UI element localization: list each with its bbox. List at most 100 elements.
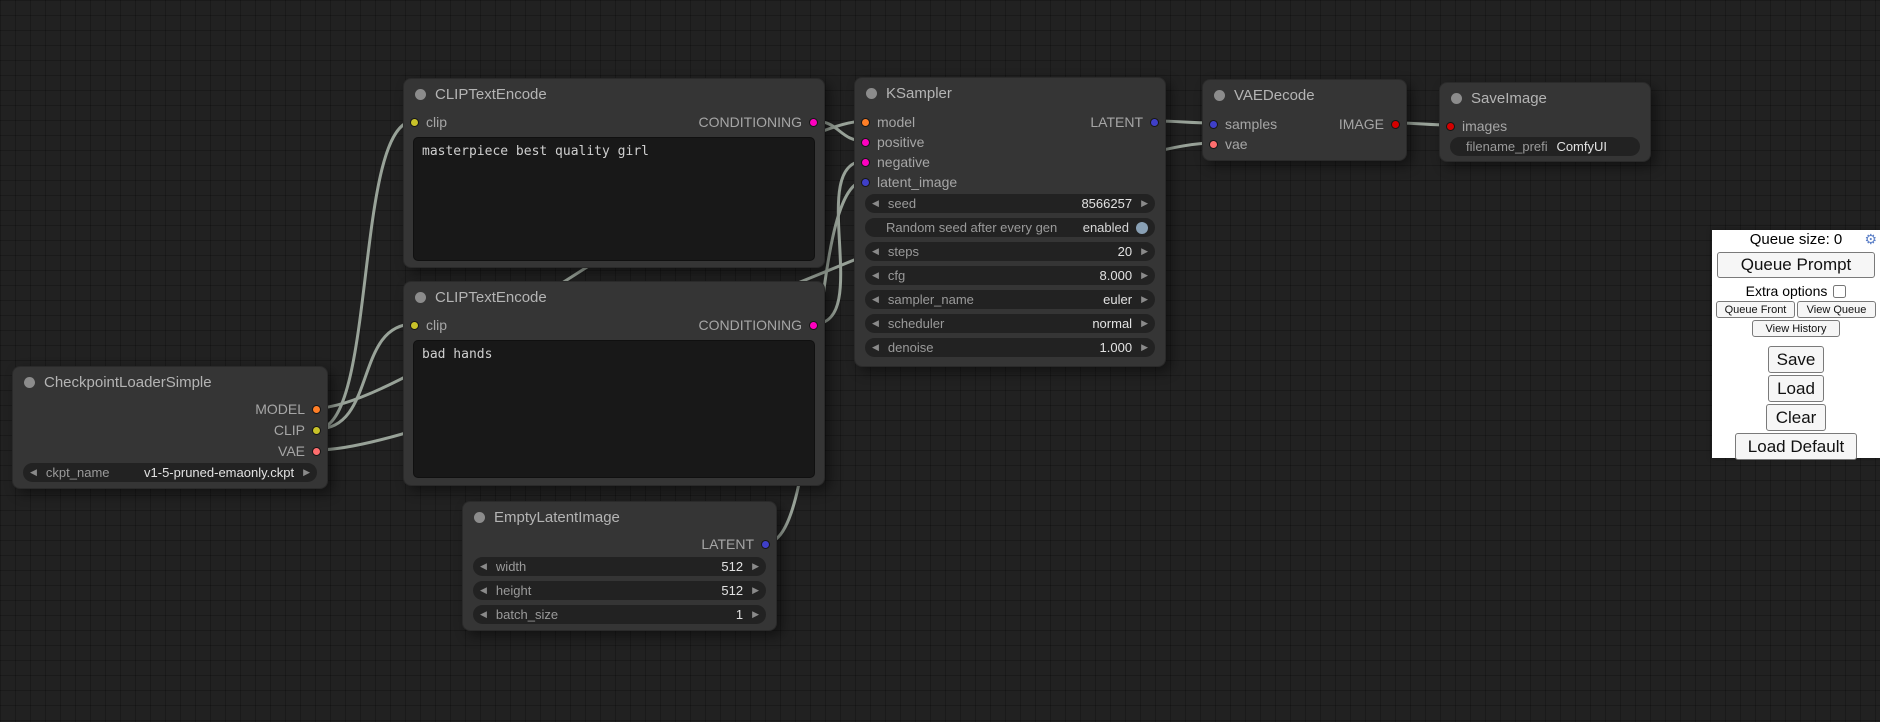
node-title-bar[interactable]: CheckpointLoaderSimple bbox=[13, 367, 327, 397]
settings-gear-icon[interactable]: ⚙ bbox=[1864, 231, 1877, 248]
input-dot-positive[interactable] bbox=[861, 138, 870, 147]
collapse-dot[interactable] bbox=[1214, 90, 1225, 101]
input-slot-model[interactable]: model bbox=[861, 112, 915, 132]
prev-arrow-icon[interactable]: ◀ bbox=[872, 295, 879, 304]
output-dot-conditioning[interactable] bbox=[809, 118, 818, 127]
node-save-image[interactable]: SaveImage images filename_prefix ComfyUI bbox=[1439, 82, 1651, 162]
input-dot-model[interactable] bbox=[861, 118, 870, 127]
widget-filename-prefix[interactable]: filename_prefix ComfyUI bbox=[1450, 137, 1640, 156]
collapse-dot[interactable] bbox=[415, 292, 426, 303]
decrement-arrow-icon[interactable]: ◀ bbox=[480, 610, 487, 619]
widget-width[interactable]: ◀ width 512 ▶ bbox=[473, 557, 766, 576]
output-dot-latent[interactable] bbox=[761, 540, 770, 549]
output-dot-conditioning[interactable] bbox=[809, 321, 818, 330]
output-slot-latent[interactable]: LATENT bbox=[1090, 112, 1159, 132]
widget-batch-size[interactable]: ◀ batch_size 1 ▶ bbox=[473, 605, 766, 624]
increment-arrow-icon[interactable]: ▶ bbox=[1141, 247, 1148, 256]
node-title-bar[interactable]: SaveImage bbox=[1440, 83, 1650, 113]
input-dot-images[interactable] bbox=[1446, 122, 1455, 131]
extra-options-checkbox[interactable] bbox=[1833, 285, 1846, 298]
output-slot-image[interactable]: IMAGE bbox=[1339, 114, 1400, 134]
output-slot-vae[interactable]: VAE bbox=[278, 441, 321, 461]
node-title-bar[interactable]: CLIPTextEncode bbox=[404, 79, 824, 109]
decrement-arrow-icon[interactable]: ◀ bbox=[480, 586, 487, 595]
view-queue-button[interactable]: View Queue bbox=[1797, 301, 1876, 318]
input-dot-clip[interactable] bbox=[410, 118, 419, 127]
input-slot-latent-image[interactable]: latent_image bbox=[861, 172, 957, 192]
decrement-arrow-icon[interactable]: ◀ bbox=[872, 343, 879, 352]
save-button[interactable]: Save bbox=[1768, 346, 1824, 373]
prompt-textarea-negative[interactable]: bad hands bbox=[413, 340, 815, 478]
decrement-arrow-icon[interactable]: ◀ bbox=[872, 271, 879, 280]
input-dot-clip[interactable] bbox=[410, 321, 419, 330]
queue-prompt-button[interactable]: Queue Prompt bbox=[1717, 252, 1875, 278]
input-slot-negative[interactable]: negative bbox=[861, 152, 930, 172]
output-slot-clip[interactable]: CLIP bbox=[274, 420, 321, 440]
input-slot-images[interactable]: images bbox=[1446, 116, 1507, 136]
next-arrow-icon[interactable]: ▶ bbox=[303, 468, 310, 477]
node-graph-canvas[interactable]: CheckpointLoaderSimple MODEL CLIP VAE ◀ … bbox=[0, 0, 1880, 722]
node-clip-text-encode-negative[interactable]: CLIPTextEncode clip CONDITIONING bad han… bbox=[403, 281, 825, 486]
decrement-arrow-icon[interactable]: ◀ bbox=[480, 562, 487, 571]
increment-arrow-icon[interactable]: ▶ bbox=[1141, 199, 1148, 208]
widget-seed[interactable]: ◀ seed 8566257 ▶ bbox=[865, 194, 1155, 213]
input-slot-samples[interactable]: samples bbox=[1209, 114, 1277, 134]
output-dot-vae[interactable] bbox=[312, 447, 321, 456]
output-dot-image[interactable] bbox=[1391, 120, 1400, 129]
widget-denoise[interactable]: ◀ denoise 1.000 ▶ bbox=[865, 338, 1155, 357]
clear-button[interactable]: Clear bbox=[1766, 404, 1826, 431]
increment-arrow-icon[interactable]: ▶ bbox=[1141, 271, 1148, 280]
output-dot-latent[interactable] bbox=[1150, 118, 1159, 127]
increment-arrow-icon[interactable]: ▶ bbox=[752, 586, 759, 595]
node-empty-latent-image[interactable]: EmptyLatentImage LATENT ◀ width 512 ▶ ◀ … bbox=[462, 501, 777, 631]
input-dot-vae[interactable] bbox=[1209, 140, 1218, 149]
widget-height[interactable]: ◀ height 512 ▶ bbox=[473, 581, 766, 600]
next-arrow-icon[interactable]: ▶ bbox=[1141, 319, 1148, 328]
widget-ckpt-name[interactable]: ◀ ckpt_name v1-5-pruned-emaonly.ckpt ▶ bbox=[23, 463, 317, 482]
widget-scheduler[interactable]: ◀ scheduler normal ▶ bbox=[865, 314, 1155, 333]
output-dot-clip[interactable] bbox=[312, 426, 321, 435]
input-slot-vae[interactable]: vae bbox=[1209, 134, 1248, 154]
view-history-button[interactable]: View History bbox=[1752, 320, 1840, 337]
toggle-indicator-dot[interactable] bbox=[1136, 222, 1148, 234]
load-button[interactable]: Load bbox=[1768, 375, 1824, 402]
node-title-bar[interactable]: CLIPTextEncode bbox=[404, 282, 824, 312]
collapse-dot[interactable] bbox=[866, 88, 877, 99]
widget-cfg[interactable]: ◀ cfg 8.000 ▶ bbox=[865, 266, 1155, 285]
node-title-bar[interactable]: VAEDecode bbox=[1203, 80, 1406, 110]
node-checkpoint-loader[interactable]: CheckpointLoaderSimple MODEL CLIP VAE ◀ … bbox=[12, 366, 328, 489]
node-ksampler[interactable]: KSampler model LATENT positive negative … bbox=[854, 77, 1166, 367]
decrement-arrow-icon[interactable]: ◀ bbox=[872, 247, 879, 256]
collapse-dot[interactable] bbox=[1451, 93, 1462, 104]
queue-front-button[interactable]: Queue Front bbox=[1716, 301, 1795, 318]
widget-sampler-name[interactable]: ◀ sampler_name euler ▶ bbox=[865, 290, 1155, 309]
output-slot-conditioning[interactable]: CONDITIONING bbox=[699, 112, 818, 132]
prev-arrow-icon[interactable]: ◀ bbox=[872, 319, 879, 328]
input-dot-latent-image[interactable] bbox=[861, 178, 870, 187]
node-title-bar[interactable]: KSampler bbox=[855, 78, 1165, 108]
node-vae-decode[interactable]: VAEDecode samples IMAGE vae bbox=[1202, 79, 1407, 161]
output-slot-latent[interactable]: LATENT bbox=[701, 534, 770, 554]
collapse-dot[interactable] bbox=[415, 89, 426, 100]
load-default-button[interactable]: Load Default bbox=[1735, 433, 1857, 460]
increment-arrow-icon[interactable]: ▶ bbox=[1141, 343, 1148, 352]
output-dot-model[interactable] bbox=[312, 405, 321, 414]
collapse-dot[interactable] bbox=[24, 377, 35, 388]
input-slot-positive[interactable]: positive bbox=[861, 132, 924, 152]
increment-arrow-icon[interactable]: ▶ bbox=[752, 610, 759, 619]
input-dot-samples[interactable] bbox=[1209, 120, 1218, 129]
output-slot-conditioning[interactable]: CONDITIONING bbox=[699, 315, 818, 335]
input-dot-negative[interactable] bbox=[861, 158, 870, 167]
increment-arrow-icon[interactable]: ▶ bbox=[752, 562, 759, 571]
widget-random-seed-toggle[interactable]: Random seed after every gen enabled bbox=[865, 218, 1155, 237]
node-clip-text-encode-positive[interactable]: CLIPTextEncode clip CONDITIONING masterp… bbox=[403, 78, 825, 268]
next-arrow-icon[interactable]: ▶ bbox=[1141, 295, 1148, 304]
prev-arrow-icon[interactable]: ◀ bbox=[30, 468, 37, 477]
collapse-dot[interactable] bbox=[474, 512, 485, 523]
node-title-bar[interactable]: EmptyLatentImage bbox=[463, 502, 776, 532]
widget-steps[interactable]: ◀ steps 20 ▶ bbox=[865, 242, 1155, 261]
decrement-arrow-icon[interactable]: ◀ bbox=[872, 199, 879, 208]
prompt-textarea-positive[interactable]: masterpiece best quality girl bbox=[413, 137, 815, 261]
input-slot-clip[interactable]: clip bbox=[410, 112, 447, 132]
input-slot-clip[interactable]: clip bbox=[410, 315, 447, 335]
